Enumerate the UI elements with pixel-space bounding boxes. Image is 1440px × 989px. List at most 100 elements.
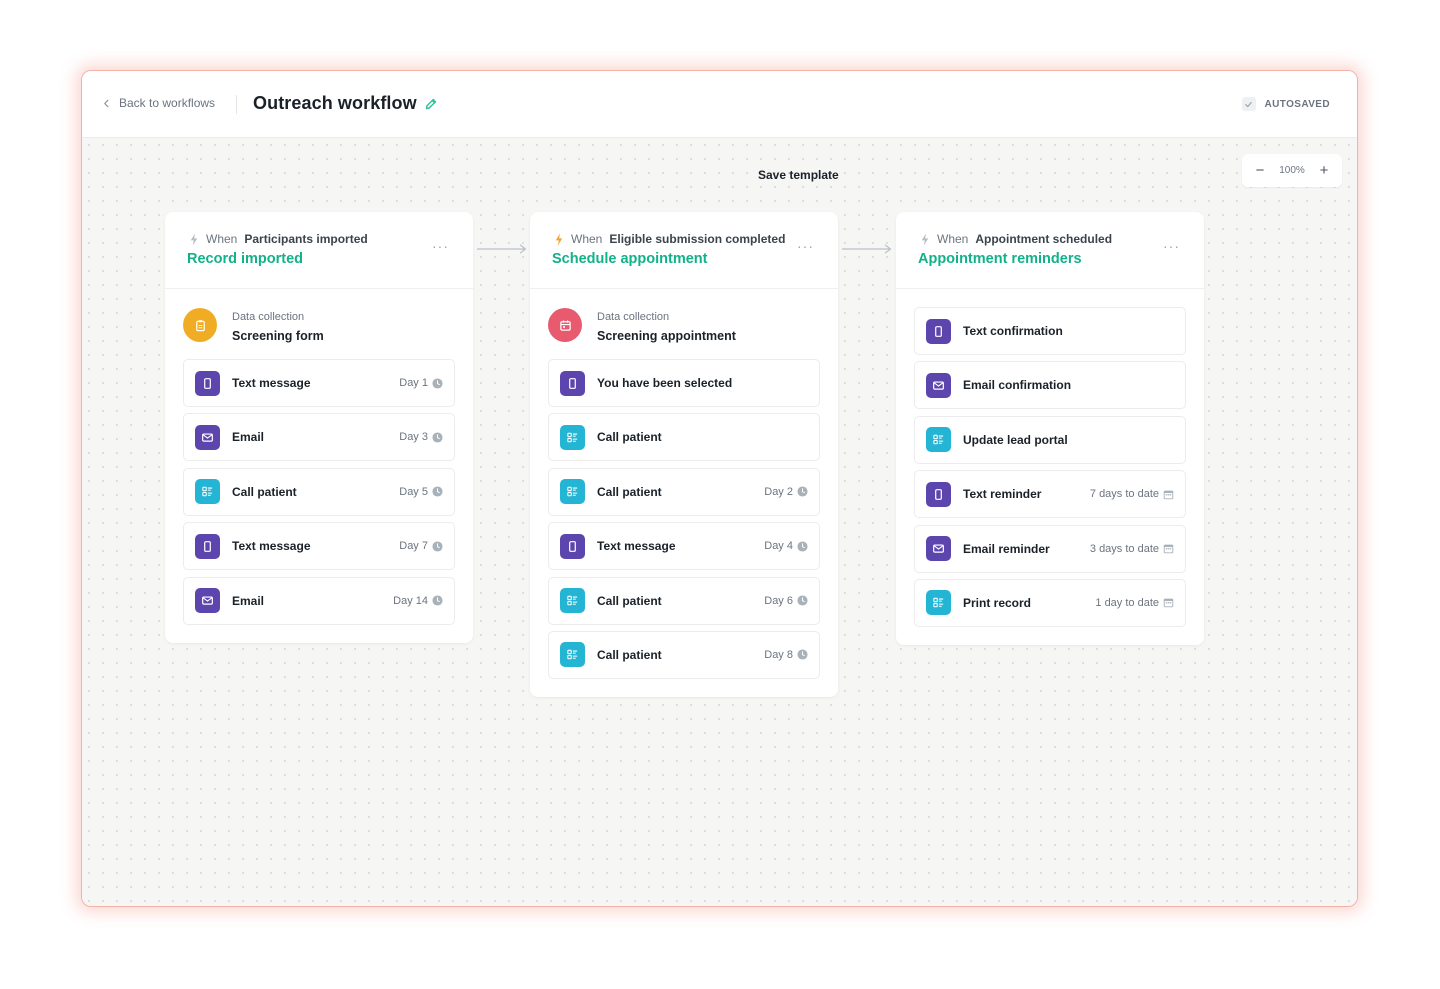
step-trigger: When Eligible submission completed — [554, 232, 785, 246]
list-icon — [926, 590, 951, 616]
clock-icon — [432, 541, 443, 552]
action-item[interactable]: Text reminder 7 days to date — [914, 470, 1186, 519]
collection-subtitle: Data collection — [232, 311, 305, 323]
bolt-icon — [190, 232, 198, 246]
list-icon — [560, 588, 585, 614]
action-item[interactable]: Update lead portal — [914, 415, 1186, 464]
action-label: Text confirmation — [963, 324, 1063, 338]
clipboard-icon — [183, 308, 217, 342]
mail-icon — [195, 588, 220, 614]
calendar-small-icon — [1163, 490, 1174, 499]
action-label: Text reminder — [963, 487, 1042, 502]
action-day: Day 2 — [764, 485, 793, 498]
action-item[interactable]: Text confirmation — [914, 307, 1186, 355]
action-schedule: Day 2 — [764, 486, 808, 498]
action-schedule: Day 3 — [399, 431, 443, 443]
collection-subtitle: Data collection — [597, 311, 670, 323]
more-options-icon[interactable]: ··· — [1163, 238, 1180, 254]
action-label: Call patient — [597, 647, 662, 662]
phone-icon — [195, 533, 220, 559]
action-schedule: Day 8 — [764, 649, 808, 661]
step-header: When Appointment scheduled Appointment r… — [896, 212, 1204, 289]
action-item[interactable]: Text message Day 1 — [183, 359, 455, 407]
action-schedule: Day 1 — [399, 377, 443, 389]
step-trigger: When Participants imported — [189, 232, 368, 246]
action-item[interactable]: Call patient — [548, 413, 820, 462]
step-header: When Participants imported Record import… — [165, 212, 473, 289]
top-bar: Back to workflows Outreach workflow AUTO… — [82, 71, 1357, 138]
action-item[interactable]: Call patient Day 8 — [548, 630, 820, 679]
action-item[interactable]: Call patient Day 2 — [548, 467, 820, 516]
header-divider — [236, 95, 237, 114]
collection-name: Screening form — [232, 329, 324, 343]
action-due: 7 days to date — [1089, 488, 1159, 501]
trigger-prefix: When — [206, 232, 238, 246]
action-item[interactable]: Text message Day 4 — [548, 522, 820, 571]
workflow-canvas[interactable]: Save template − 100% + When Participants… — [82, 138, 1357, 906]
clock-icon — [797, 595, 808, 606]
action-schedule: Day 7 — [399, 540, 443, 552]
trigger-event: Eligible submission completed — [609, 232, 786, 246]
action-due: 1 day to date — [1095, 596, 1159, 609]
zoom-level: 100% — [1279, 165, 1305, 176]
phone-icon — [195, 370, 220, 396]
step-title: Appointment reminders — [918, 251, 1082, 267]
data-collection-card[interactable]: Data collection Screening form — [165, 289, 473, 359]
action-schedule: Day 4 — [764, 540, 808, 552]
action-schedule: Day 5 — [399, 486, 443, 498]
mail-icon — [195, 424, 220, 450]
page-title: Outreach workflow — [253, 93, 417, 113]
collection-name: Screening appointment — [597, 329, 736, 343]
action-label: Text message — [232, 539, 311, 554]
autosaved-label: AUTOSAVED — [1264, 98, 1330, 110]
action-schedule: 3 days to date — [1090, 543, 1174, 555]
action-day: Day 3 — [399, 431, 428, 444]
action-item[interactable]: Email Day 14 — [183, 576, 455, 625]
action-item[interactable]: Print record 1 day to date — [914, 578, 1186, 627]
clock-icon — [432, 595, 443, 606]
step-title: Schedule appointment — [552, 251, 708, 267]
phone-icon — [926, 481, 951, 507]
pencil-icon[interactable] — [424, 97, 438, 111]
autosave-status: AUTOSAVED — [1241, 97, 1330, 111]
action-day: Day 14 — [393, 594, 428, 607]
action-label: Call patient — [597, 484, 662, 499]
workflow-step-record-imported: When Participants imported Record import… — [165, 212, 473, 643]
bolt-icon — [921, 232, 929, 246]
phone-icon — [560, 370, 585, 396]
action-label: Email — [232, 430, 265, 445]
action-item[interactable]: Email reminder 3 days to date — [914, 524, 1186, 573]
action-item[interactable]: Call patient Day 6 — [548, 576, 820, 625]
save-template-button[interactable]: Save template — [758, 168, 839, 182]
data-collection-card[interactable]: Data collection Screening appointment — [530, 289, 838, 359]
list-icon — [560, 642, 585, 668]
phone-icon — [560, 533, 585, 559]
back-to-workflows-link[interactable]: Back to workflows — [102, 96, 215, 110]
connector-arrow-icon — [842, 244, 892, 254]
action-item[interactable]: Email confirmation — [914, 361, 1186, 410]
clock-icon — [797, 541, 808, 552]
action-schedule: 1 day to date — [1095, 597, 1174, 609]
action-item[interactable]: You have been selected — [548, 359, 820, 407]
action-item[interactable]: Email Day 3 — [183, 413, 455, 462]
trigger-prefix: When — [571, 232, 603, 246]
zoom-control: − 100% + — [1242, 154, 1342, 187]
step-actions: You have been selected Call patient Call… — [530, 359, 838, 697]
clock-icon — [432, 486, 443, 497]
workflow-step-schedule-appointment: When Eligible submission completed Sched… — [530, 212, 838, 697]
more-options-icon[interactable]: ··· — [432, 238, 449, 254]
check-icon — [1241, 97, 1256, 111]
action-label: Text message — [232, 376, 311, 390]
action-item[interactable]: Text message Day 7 — [183, 522, 455, 571]
action-label: Email — [232, 593, 265, 608]
action-schedule: Day 6 — [764, 595, 808, 607]
action-label: Call patient — [597, 430, 662, 445]
zoom-in-button[interactable]: + — [1317, 162, 1331, 179]
clock-icon — [432, 432, 443, 443]
step-title: Record imported — [187, 251, 304, 267]
mail-icon — [926, 536, 951, 562]
action-item[interactable]: Call patient Day 5 — [183, 467, 455, 516]
more-options-icon[interactable]: ··· — [797, 238, 814, 254]
action-label: Call patient — [597, 593, 662, 608]
zoom-out-button[interactable]: − — [1253, 162, 1267, 179]
